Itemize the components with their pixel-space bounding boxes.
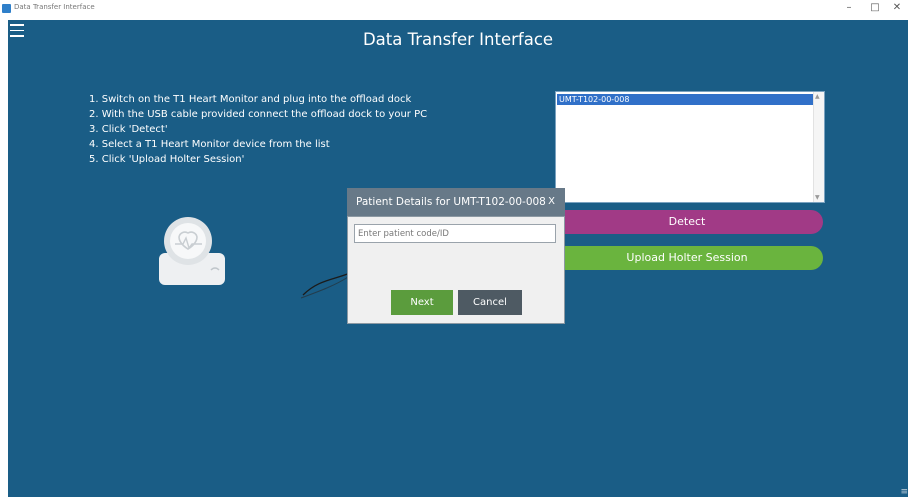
instruction-step: 4. Select a T1 Heart Monitor device from… [89, 139, 330, 150]
minimize-button[interactable]: – [843, 2, 855, 13]
device-list[interactable]: UMT-T102-00-008 ▲ ▼ [555, 91, 825, 203]
heart-monitor-device-icon [159, 217, 225, 285]
dialog-title: Patient Details for UMT-T102-00-008 [356, 196, 546, 208]
instructions: 1. Switch on the T1 Heart Monitor and pl… [89, 92, 427, 167]
patient-details-dialog: Patient Details for UMT-T102-00-008 X Ne… [347, 188, 565, 324]
window-title: Data Transfer Interface [14, 3, 95, 11]
detect-button[interactable]: Detect [551, 210, 823, 234]
close-window-button[interactable]: ✕ [891, 2, 903, 13]
window-titlebar: Data Transfer Interface – □ ✕ [0, 0, 908, 20]
dialog-body: Next Cancel [347, 216, 565, 324]
instruction-step: 5. Click 'Upload Holter Session' [89, 154, 245, 165]
scroll-up-icon[interactable]: ▲ [815, 93, 820, 100]
resize-grip-icon[interactable]: ≡ [900, 487, 908, 497]
page-title: Data Transfer Interface [362, 30, 554, 49]
instruction-step: 2. With the USB cable provided connect t… [89, 109, 428, 120]
next-button[interactable]: Next [391, 290, 453, 315]
maximize-button[interactable]: □ [869, 2, 881, 13]
app-icon [2, 4, 11, 13]
dialog-close-button[interactable]: X [548, 188, 555, 216]
upload-holter-session-button[interactable]: Upload Holter Session [551, 246, 823, 270]
instruction-step: 1. Switch on the T1 Heart Monitor and pl… [89, 94, 412, 105]
scroll-down-icon[interactable]: ▼ [815, 194, 820, 201]
cancel-button[interactable]: Cancel [458, 290, 522, 315]
patient-code-input[interactable] [354, 224, 556, 243]
device-list-item[interactable]: UMT-T102-00-008 [557, 94, 813, 105]
dialog-header: Patient Details for UMT-T102-00-008 X [347, 188, 565, 216]
device-list-scrollbar[interactable]: ▲ ▼ [813, 92, 824, 202]
instruction-step: 3. Click 'Detect' [89, 124, 168, 135]
